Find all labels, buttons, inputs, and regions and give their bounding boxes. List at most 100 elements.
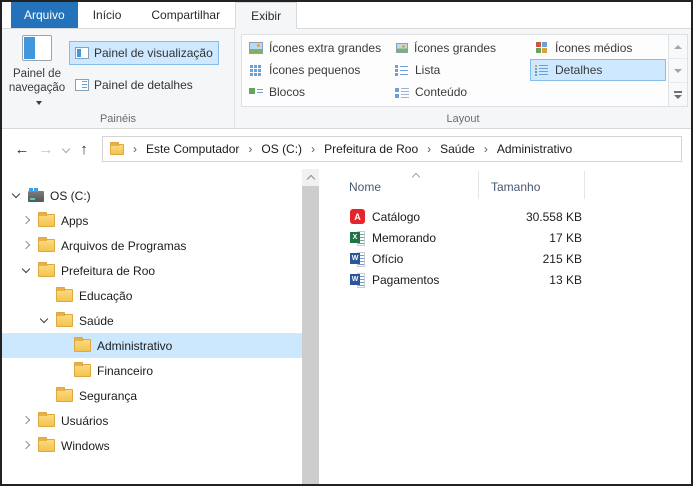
- chevron-right-icon[interactable]: [20, 238, 35, 253]
- tree-item-administrativo[interactable]: Administrativo: [2, 333, 302, 358]
- pdf-file-icon: [350, 209, 365, 224]
- ribbon-group-paineis: Painel de navegação Painel de visualizaç…: [2, 29, 235, 128]
- breadcrumb-este-computador[interactable]: Este Computador: [146, 142, 239, 156]
- chevron-placeholder: [38, 288, 53, 303]
- gallery-scroll-down-button[interactable]: [669, 59, 687, 83]
- excel-file-icon: [350, 230, 365, 246]
- recent-locations-chevron-icon: [62, 146, 69, 153]
- gallery-more-button[interactable]: [669, 83, 687, 106]
- breadcrumb-separator: ›: [248, 142, 253, 156]
- folder-icon: [110, 141, 124, 155]
- breadcrumb-saude[interactable]: Saúde: [440, 142, 475, 156]
- tree-scrollbar[interactable]: [302, 169, 319, 484]
- recent-locations-button[interactable]: [58, 137, 72, 161]
- column-header-nome[interactable]: Nome: [339, 171, 479, 199]
- breadcrumb[interactable]: › Este Computador › OS (C:) › Prefeitura…: [102, 136, 682, 162]
- tree-item-educacao[interactable]: Educação: [2, 283, 302, 308]
- layout-option-blocos[interactable]: Blocos: [244, 81, 390, 103]
- tree-item-windows[interactable]: Windows: [2, 433, 302, 458]
- gallery-scrollbar: [669, 34, 688, 107]
- layout-gallery: Ícones extra grandes Ícones grandes Ícon…: [241, 34, 688, 107]
- scrollbar-up-button[interactable]: [302, 169, 319, 186]
- back-arrow-icon: ←: [14, 140, 30, 158]
- medium-icons-icon: [535, 42, 549, 54]
- tree-item-arquivos-de-programas[interactable]: Arquivos de Programas: [2, 233, 302, 258]
- tiles-view-icon: [249, 86, 263, 98]
- tree-item-usuarios[interactable]: Usuários: [2, 408, 302, 433]
- preview-pane-button[interactable]: Painel de visualização: [69, 41, 219, 65]
- folder-icon: [38, 437, 55, 452]
- chevron-down-icon: [35, 100, 42, 105]
- chevron-right-icon[interactable]: [20, 413, 35, 428]
- layout-option-lista[interactable]: Lista: [390, 59, 530, 81]
- breadcrumb-os-c[interactable]: OS (C:): [261, 142, 302, 156]
- layout-option-icones-medios[interactable]: Ícones médios: [530, 37, 666, 59]
- chevron-right-icon[interactable]: [20, 213, 35, 228]
- layout-option-icones-extra-grandes[interactable]: Ícones extra grandes: [244, 37, 390, 59]
- details-pane-button[interactable]: Painel de detalhes: [69, 73, 199, 97]
- word-file-icon: [350, 272, 365, 288]
- file-list: Nome Tamanho Catálogo 30.558 KB Memorand…: [319, 169, 691, 484]
- layout-option-icones-pequenos[interactable]: Ícones pequenos: [244, 59, 390, 81]
- layout-option-icones-grandes[interactable]: Ícones grandes: [390, 37, 530, 59]
- tree-item-seguranca[interactable]: Segurança: [2, 383, 302, 408]
- preview-pane-label: Painel de visualização: [94, 46, 213, 60]
- word-file-icon: [350, 251, 365, 267]
- breadcrumb-prefeitura-de-roo[interactable]: Prefeitura de Roo: [324, 142, 418, 156]
- tree-item-financeiro[interactable]: Financeiro: [2, 358, 302, 383]
- chevron-placeholder: [38, 388, 53, 403]
- tab-arquivo[interactable]: Arquivo: [11, 2, 78, 28]
- folder-icon: [56, 312, 73, 327]
- navigation-pane-icon: [22, 35, 52, 61]
- breadcrumb-separator: ›: [311, 142, 316, 156]
- layout-option-detalhes[interactable]: Detalhes: [530, 59, 666, 81]
- navigation-pane-button[interactable]: Painel de navegação: [7, 33, 67, 113]
- folder-icon: [74, 362, 91, 377]
- chevron-down-icon[interactable]: [10, 188, 25, 203]
- tab-inicio[interactable]: Início: [78, 2, 137, 28]
- triangle-down-icon: [674, 94, 682, 99]
- group-label-layout: Layout: [446, 113, 480, 125]
- main-content: OS (C:) Apps Arquivos de Programas Prefe…: [2, 169, 691, 484]
- forward-arrow-icon: →: [38, 140, 54, 158]
- scrollbar-thumb[interactable]: [302, 186, 319, 484]
- large-icons-icon: [396, 43, 408, 53]
- up-button[interactable]: ↑: [72, 137, 96, 161]
- up-arrow-icon: ↑: [80, 140, 88, 158]
- layout-option-conteudo[interactable]: Conteúdo: [390, 81, 530, 103]
- tree-item-prefeitura-de-roo[interactable]: Prefeitura de Roo: [2, 258, 302, 283]
- group-label-paineis: Painéis: [99, 113, 137, 125]
- details-pane-icon: [75, 79, 89, 91]
- file-row-catalogo[interactable]: Catálogo 30.558 KB: [339, 206, 691, 227]
- tree-item-saude[interactable]: Saúde: [2, 308, 302, 333]
- triangle-down-icon: [674, 68, 682, 73]
- folder-icon: [56, 287, 73, 302]
- breadcrumb-separator: ›: [133, 142, 137, 156]
- gallery-scroll-up-button[interactable]: [669, 35, 687, 59]
- breadcrumb-administrativo[interactable]: Administrativo: [497, 142, 572, 156]
- navigation-tree: OS (C:) Apps Arquivos de Programas Prefe…: [2, 169, 302, 484]
- forward-button[interactable]: →: [34, 137, 58, 161]
- chevron-up-icon: [307, 174, 314, 181]
- chevron-placeholder: [56, 338, 71, 353]
- tree-item-apps[interactable]: Apps: [2, 208, 302, 233]
- chevron-down-icon[interactable]: [38, 313, 53, 328]
- ribbon: Painel de navegação Painel de visualizaç…: [2, 29, 691, 129]
- chevron-placeholder: [56, 363, 71, 378]
- folder-icon: [38, 237, 55, 252]
- folder-icon: [56, 387, 73, 402]
- back-button[interactable]: ←: [10, 137, 34, 161]
- file-row-memorando[interactable]: Memorando 17 KB: [339, 227, 691, 248]
- tree-item-os-c[interactable]: OS (C:): [2, 183, 302, 208]
- chevron-right-icon[interactable]: [20, 438, 35, 453]
- folder-icon: [38, 262, 55, 277]
- breadcrumb-separator: ›: [427, 142, 432, 156]
- folder-icon: [38, 412, 55, 427]
- file-row-pagamentos[interactable]: Pagamentos 13 KB: [339, 269, 691, 290]
- file-list-header: Nome Tamanho: [339, 171, 691, 199]
- chevron-down-icon[interactable]: [20, 263, 35, 278]
- tab-exibir[interactable]: Exibir: [235, 2, 298, 29]
- column-header-tamanho[interactable]: Tamanho: [479, 171, 585, 199]
- file-row-oficio[interactable]: Ofício 215 KB: [339, 248, 691, 269]
- tab-compartilhar[interactable]: Compartilhar: [136, 2, 235, 28]
